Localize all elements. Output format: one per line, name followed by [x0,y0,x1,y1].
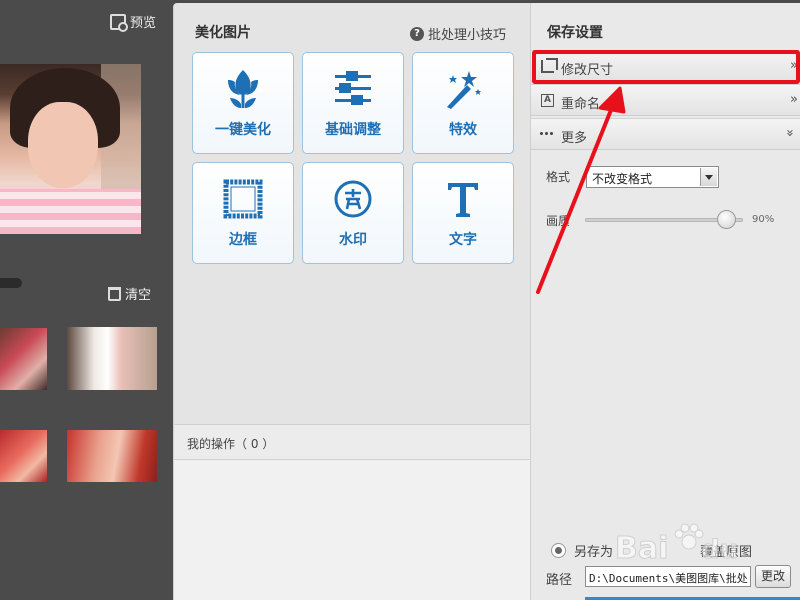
save-settings-panel: 保存设置 修改尺寸 » A 重命名 » 更多 » [530,3,800,600]
photo-thumbnail[interactable] [0,430,47,482]
annotation-highlight-box [532,50,800,84]
save-as-radio[interactable] [551,543,566,558]
tool-basic-adjust[interactable]: 基础调整 [302,52,404,154]
photo-thumbnail[interactable] [67,327,157,390]
photo-thumbnail[interactable] [0,328,47,390]
photo-thumbnail[interactable] [67,430,157,482]
format-label: 格式 [546,170,571,184]
watermark-stamp-icon [331,177,375,221]
trash-icon [108,286,121,301]
format-select[interactable]: 不改变格式 [586,166,719,188]
clear-button[interactable]: 清空 [108,284,151,303]
beautify-panel: 美化图片 ? 批处理小技巧 一键美化 基础调整 特效 边框 水印 文字 我的操作… [173,3,531,600]
section-more-label: 更多 [561,131,588,146]
help-icon: ? [409,26,424,41]
dropdown-arrow-icon[interactable] [700,168,717,186]
left-panel: 预览 清空 [0,0,173,600]
tulip-icon [221,67,265,111]
main-preview-photo[interactable] [0,64,141,234]
section-rename-label: 重命名 [561,97,601,112]
tool-effects[interactable]: 特效 [412,52,514,154]
svg-text:du: du [701,535,738,565]
quality-value: 90% [752,214,775,225]
change-path-button[interactable]: 更改 [755,565,791,588]
tool-text[interactable]: 文字 [412,162,514,264]
baidu-watermark-logo: Bai du [615,523,739,567]
path-label: 路径 [546,573,573,588]
batch-tips-link[interactable]: ? 批处理小技巧 [409,24,506,43]
tool-label: 特效 [449,122,477,138]
tool-label: 水印 [339,232,367,248]
preview-label: 预览 [130,16,157,31]
svg-text:Bai: Bai [615,531,668,566]
section-rename[interactable]: A 重命名 » [531,84,800,116]
tool-label: 文字 [449,232,477,248]
more-dots-icon [540,132,553,135]
tool-label: 边框 [229,232,257,248]
my-operations-label: 我的操作（ 0 ） [187,437,275,451]
tips-label: 批处理小技巧 [427,28,506,43]
tool-label: 基础调整 [325,122,381,138]
beautify-title: 美化图片 [195,25,251,41]
operations-list [174,460,531,600]
save-as-option[interactable]: 另存为 [551,541,613,560]
save-as-label: 另存为 [574,545,614,560]
tool-label: 一键美化 [215,122,271,138]
quality-label: 画质 [546,214,571,228]
adjust-sliders-icon [331,67,375,111]
format-value: 不改变格式 [592,172,653,186]
rename-icon: A [541,94,554,107]
tool-watermark[interactable]: 水印 [302,162,404,264]
clear-label: 清空 [125,288,152,303]
tool-one-click-beautify[interactable]: 一键美化 [192,52,294,154]
my-operations-bar: 我的操作（ 0 ） [174,424,531,460]
preview-button[interactable]: 预览 [110,12,157,32]
save-settings-title: 保存设置 [547,25,603,41]
horizontal-scrollbar[interactable] [0,278,22,288]
frame-icon [221,177,265,221]
expand-right-icon: » [790,92,798,107]
magic-wand-icon [441,67,485,111]
tool-frame[interactable]: 边框 [192,162,294,264]
expand-down-icon: » [782,129,798,134]
text-t-icon [441,177,485,221]
preview-icon [110,13,128,32]
section-more[interactable]: 更多 » [531,118,800,150]
